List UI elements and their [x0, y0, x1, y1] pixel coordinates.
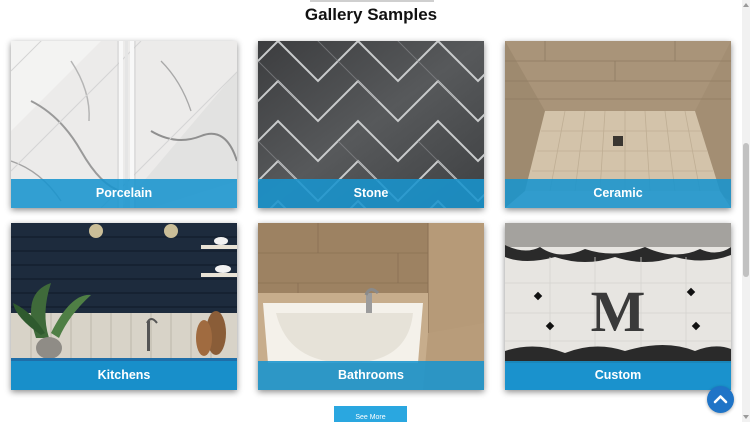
card-label: Porcelain: [11, 179, 237, 208]
gallery-card-custom[interactable]: M Custom: [505, 223, 731, 390]
custom-tile-letter: M: [591, 279, 646, 344]
chevron-up-icon: [713, 395, 728, 404]
gallery-card-stone[interactable]: Stone: [258, 41, 484, 208]
gallery-card-bathrooms[interactable]: Bathrooms: [258, 223, 484, 390]
card-label: Bathrooms: [258, 361, 484, 390]
see-more-button[interactable]: See More: [334, 406, 407, 422]
scrollbar-thumb[interactable]: [743, 143, 749, 277]
card-label: Kitchens: [11, 361, 237, 390]
top-divider: [310, 0, 434, 2]
scroll-down-arrow-icon[interactable]: [742, 413, 750, 421]
gallery-card-porcelain[interactable]: Porcelain: [11, 41, 237, 208]
gallery-card-ceramic[interactable]: Ceramic: [505, 41, 731, 208]
scroll-up-arrow-icon[interactable]: [742, 1, 750, 9]
card-label: Ceramic: [505, 179, 731, 208]
card-label: Custom: [505, 361, 731, 390]
scroll-to-top-button[interactable]: [707, 386, 734, 413]
page: Gallery Samples Porcelain Stone Ceramic …: [0, 0, 750, 422]
gallery-card-kitchens[interactable]: Kitchens: [11, 223, 237, 390]
card-label: Stone: [258, 179, 484, 208]
gallery-title: Gallery Samples: [304, 5, 438, 24]
vertical-scrollbar[interactable]: [742, 0, 750, 422]
